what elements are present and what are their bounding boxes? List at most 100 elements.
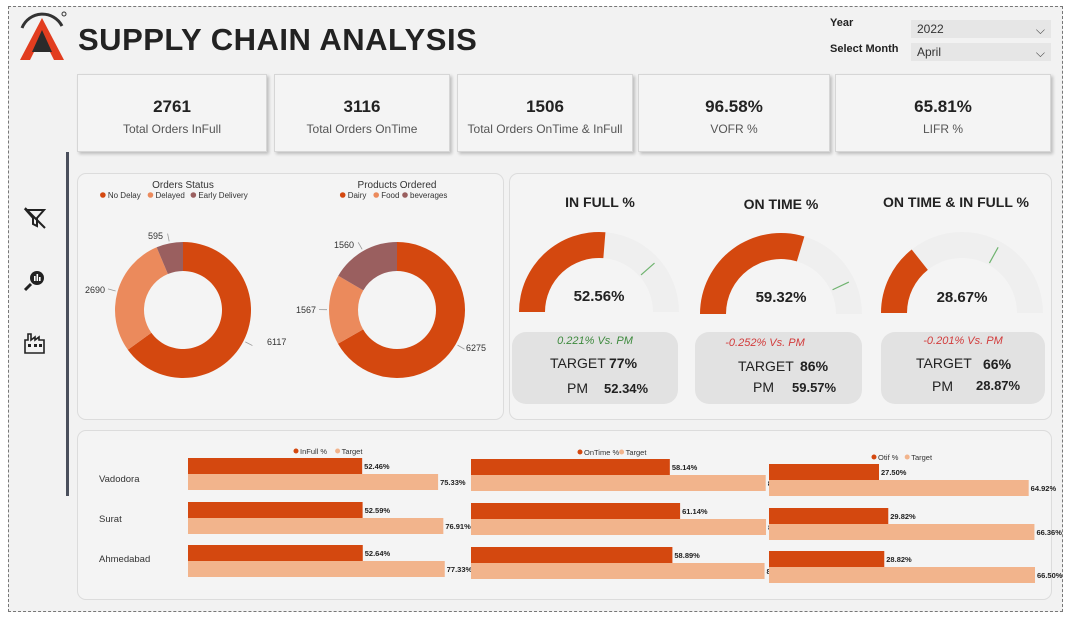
legend-marker (293, 448, 299, 454)
bar-actual (188, 458, 363, 474)
vs-pm-infull: 0.221% Vs. PM (557, 335, 633, 347)
legend-label: Target (911, 453, 933, 462)
donut-charts: Orders Status No Delay Delayed Early Delive… (85, 180, 486, 378)
bar-charts: InFull % Target 52.46% 75.33% 52.59% 76.91% 52… (188, 447, 1063, 583)
chevron-down-icon: ⌵ (1035, 46, 1045, 60)
gauge-title-infull: IN FULL % (565, 194, 635, 210)
vs-pm-ontime: -0.252% Vs. PM (725, 337, 805, 349)
bar-target (188, 561, 445, 577)
bar-actual (471, 503, 681, 519)
bar-target (769, 524, 1035, 540)
bar-target (188, 518, 444, 534)
bar-target (188, 474, 439, 490)
page-title: SUPPLY CHAIN ANALYSIS (78, 22, 478, 57)
legend-label: InFull % (300, 447, 327, 456)
gauge-value: 28.67% (937, 289, 988, 306)
data-label: 61.14% (682, 507, 708, 516)
bar-actual (769, 551, 885, 567)
gauge-value: 52.56% (574, 288, 625, 305)
bar-actual (769, 464, 879, 480)
bar-target (769, 480, 1029, 496)
legend-marker (100, 192, 106, 198)
kpi-label: VOFR % (710, 122, 758, 136)
legend-label: Food (381, 191, 399, 200)
kpi-card-orders-otif: 1506 Total Orders OnTime & InFull (457, 74, 633, 152)
legend-label: beverages (410, 191, 447, 200)
bar-actual (471, 547, 673, 563)
donut-title: Orders Status (152, 180, 214, 191)
kpi-label: Total Orders OnTime & InFull (467, 122, 623, 136)
kpi-card-orders-ontime: 3116 Total Orders OnTime (274, 74, 450, 152)
kpi-value: 65.81% (914, 97, 972, 116)
data-label: 595 (148, 231, 163, 241)
kpi-card-orders-infull: 2761 Total Orders InFull (77, 74, 267, 152)
legend-marker (619, 449, 625, 455)
pm-value-ontime: 59.57% (792, 380, 837, 395)
search-chart-icon[interactable] (22, 268, 48, 294)
data-label: 58.14% (672, 463, 698, 472)
legend-marker (402, 192, 408, 198)
data-label: 66.36% (1036, 528, 1062, 537)
leader-line (107, 288, 116, 292)
gauge-title-ontime: ON TIME % (743, 196, 819, 212)
legend-label: Delayed (155, 191, 184, 200)
legend-label: Early Delivery (198, 191, 247, 200)
leader-line (245, 341, 253, 346)
legend-label: Target (626, 448, 648, 457)
year-dropdown-value: 2022 (917, 22, 944, 36)
year-filter-label: Year (830, 17, 854, 29)
legend-marker (871, 454, 877, 460)
data-label: 27.50% (881, 468, 907, 477)
company-logo (20, 11, 67, 60)
filter-off-icon[interactable] (22, 205, 48, 231)
leader-line (357, 242, 363, 250)
leader-line (457, 344, 465, 350)
pm-label: PM (753, 379, 774, 395)
chevron-down-icon: ⌵ (1035, 23, 1045, 37)
target-value-ontime: 86% (800, 358, 829, 374)
factory-icon[interactable] (22, 330, 48, 356)
pm-value-otif: 28.87% (976, 378, 1021, 393)
leader-line (167, 233, 170, 242)
donut-slice (115, 247, 168, 350)
bar-actual (471, 459, 670, 475)
data-label: 1567 (296, 305, 316, 315)
data-label: 75.33% (440, 478, 466, 487)
pm-label: PM (567, 380, 588, 396)
gauge-title-otif: ON TIME & IN FULL % (883, 194, 1029, 210)
bar-target (471, 563, 765, 579)
data-label: 52.64% (365, 549, 391, 558)
target-label: TARGET (738, 358, 794, 374)
kpi-label: LIFR % (922, 122, 963, 136)
data-label: 66.50% (1037, 571, 1063, 580)
kpi-value: 1506 (526, 97, 564, 116)
data-label: 52.46% (364, 462, 390, 471)
bar-target (471, 475, 766, 491)
legend-label: OnTime % (584, 448, 619, 457)
bar-target (471, 519, 767, 535)
data-label: 58.89% (674, 551, 700, 560)
gauge-value: 59.32% (756, 289, 807, 306)
legend-marker (904, 454, 910, 460)
month-dropdown[interactable]: April ⌵ (911, 43, 1051, 61)
data-label: 77.33% (447, 565, 473, 574)
legend-marker (577, 449, 583, 455)
kpi-label: Total Orders InFull (122, 122, 222, 136)
data-label: 76.91% (445, 522, 471, 531)
month-filter-label: Select Month (830, 43, 899, 55)
data-label: 28.82% (886, 555, 912, 564)
legend-marker (335, 448, 341, 454)
bar-actual (769, 508, 889, 524)
target-label: TARGET (550, 355, 606, 371)
legend-marker (190, 192, 197, 198)
year-dropdown[interactable]: 2022 ⌵ (911, 20, 1051, 38)
target-label: TARGET (916, 355, 972, 371)
kpi-value: 96.58% (705, 97, 763, 116)
bar-actual (188, 502, 363, 518)
data-label: 2690 (85, 285, 105, 295)
data-label: 52.59% (365, 506, 391, 515)
bar-target (769, 567, 1035, 583)
legend-marker (147, 192, 154, 198)
month-dropdown-value: April (917, 45, 942, 59)
legend-label: Otif % (878, 453, 899, 462)
